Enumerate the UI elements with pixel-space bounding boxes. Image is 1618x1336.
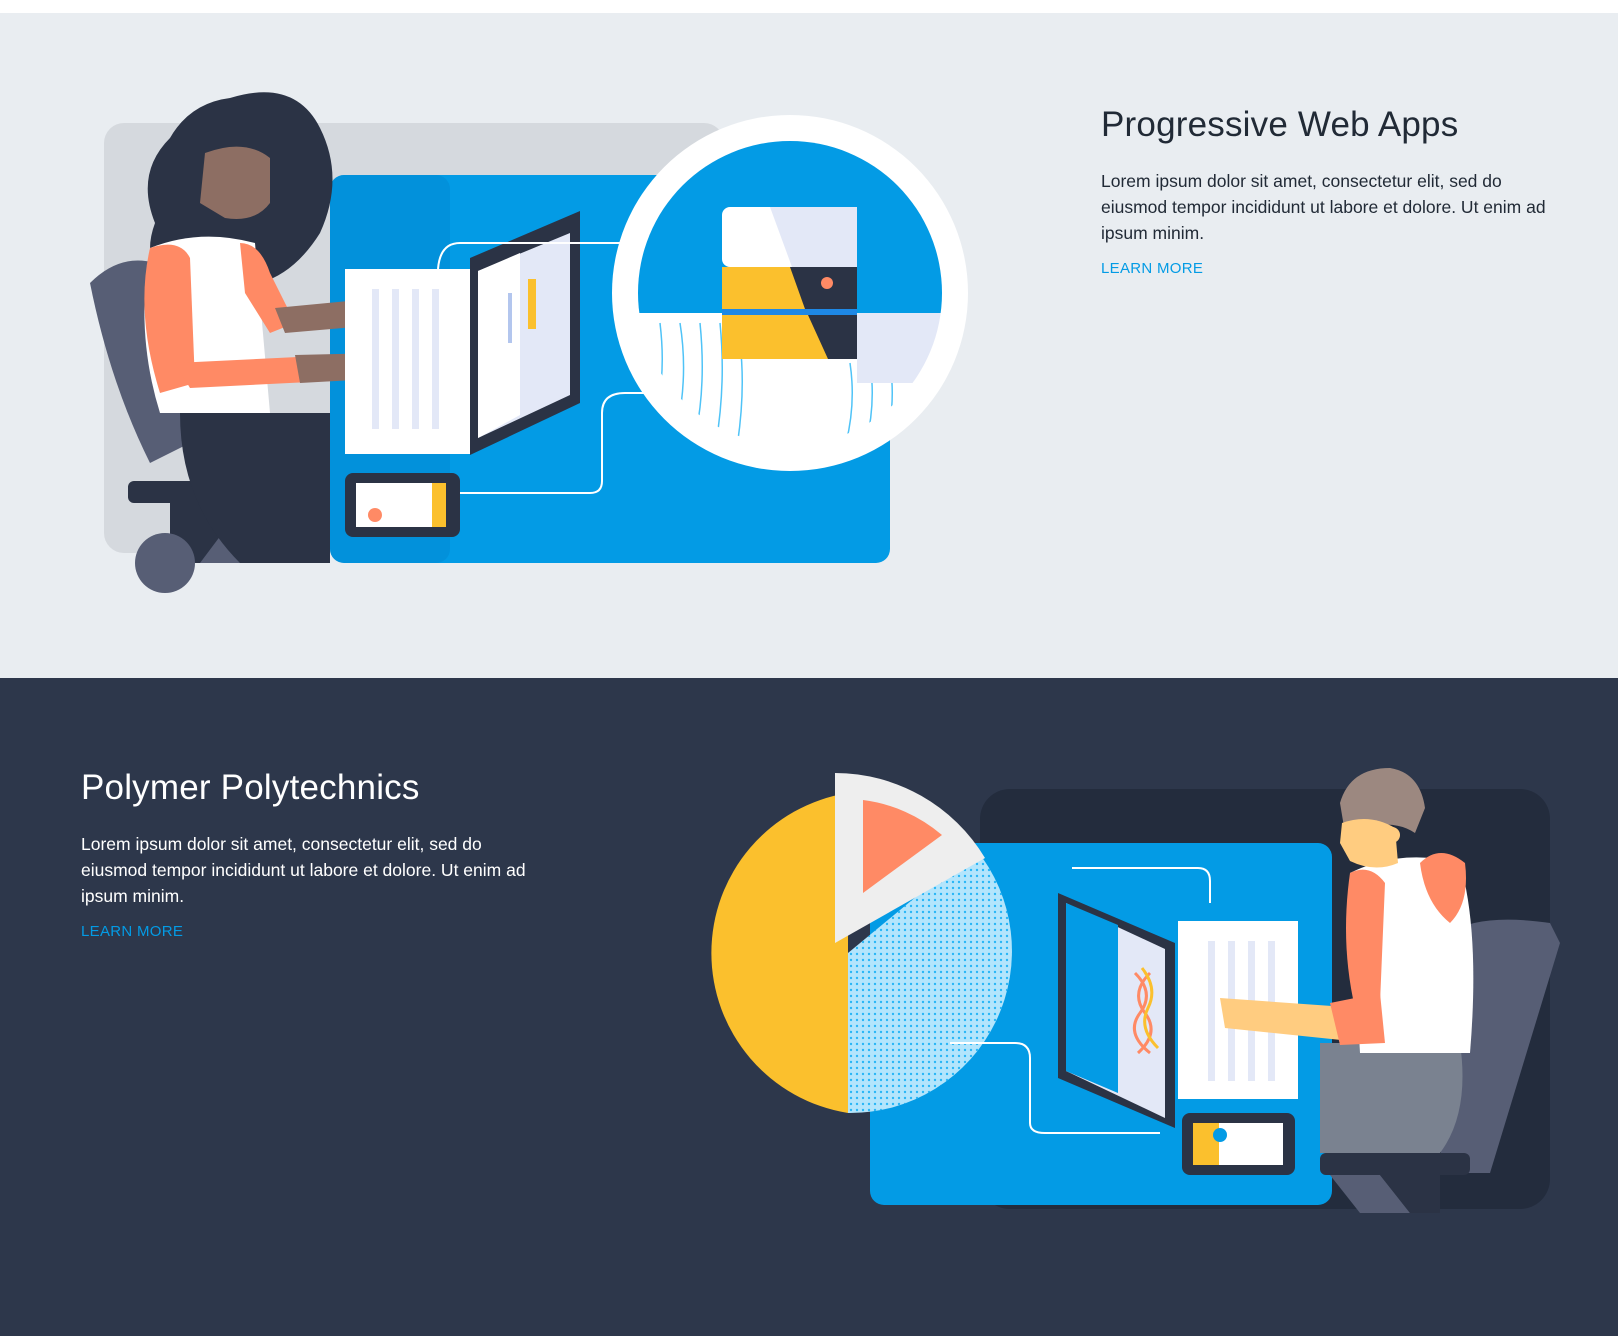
pie-chart-workstation-illustration — [711, 768, 1560, 1213]
learn-more-link[interactable]: LEARN MORE — [1101, 260, 1203, 277]
pwa-text-block: Progressive Web Apps Lorem ipsum dolor s… — [1101, 104, 1571, 278]
learn-more-link[interactable]: LEARN MORE — [81, 923, 183, 940]
person-at-computer-illustration — [90, 92, 968, 593]
section-description: Lorem ipsum dolor sit amet, consectetur … — [1101, 171, 1546, 243]
top-strip — [0, 0, 1618, 13]
section-progressive-web-apps: Progressive Web Apps Lorem ipsum dolor s… — [0, 13, 1618, 678]
polymer-illustration — [680, 753, 1580, 1233]
pwa-illustration — [80, 83, 1010, 593]
section-title: Polymer Polytechnics — [81, 768, 420, 807]
section-description: Lorem ipsum dolor sit amet, consectetur … — [81, 834, 526, 906]
section-title: Progressive Web Apps — [1101, 105, 1459, 144]
polymer-text-block: Polymer Polytechnics Lorem ipsum dolor s… — [81, 767, 551, 941]
section-polymer-polytechnics: Polymer Polytechnics Lorem ipsum dolor s… — [0, 678, 1618, 1336]
